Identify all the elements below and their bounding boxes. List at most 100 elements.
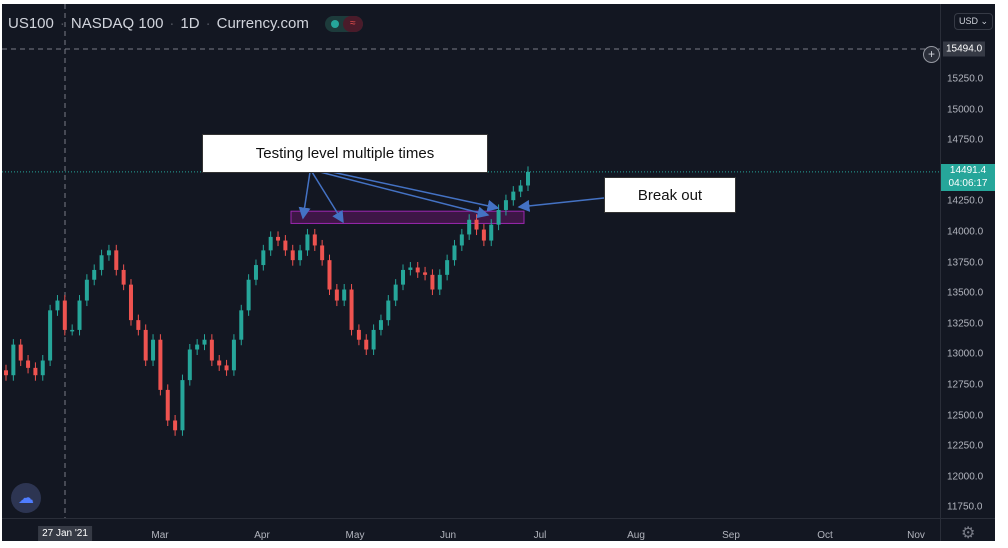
candle-body — [217, 360, 222, 366]
candle-body — [180, 380, 185, 431]
candle-body — [70, 329, 75, 332]
crosshair-date-label: 27 Jan '21 — [38, 526, 92, 541]
candle-body — [474, 219, 479, 230]
candle-body — [327, 260, 332, 290]
add-alert-plus-icon[interactable]: + — [923, 46, 940, 63]
candle-body — [106, 250, 111, 256]
candle-body — [224, 365, 229, 371]
currency-label: USD — [959, 16, 979, 26]
bar-countdown: 04:06:17 — [948, 178, 988, 189]
symbol-header: US100 · NASDAQ 100 · 1D · Currency.com ≈ — [8, 15, 363, 32]
price-chart[interactable] — [2, 4, 995, 541]
candle-body — [151, 339, 156, 361]
candle-body — [209, 339, 214, 361]
candle-body — [481, 229, 486, 241]
candle-body — [459, 234, 464, 246]
data-source: Currency.com — [216, 15, 309, 32]
candle-body — [511, 191, 516, 201]
x-tick-label: Sep — [722, 530, 740, 541]
y-tick-label: 14250.0 — [947, 195, 984, 207]
candle-body — [518, 185, 523, 192]
annotation-break-out: Break out — [604, 177, 736, 213]
candle-body — [136, 320, 141, 330]
candle-body — [290, 250, 295, 261]
candle-body — [253, 265, 258, 280]
symbol[interactable]: US100 — [8, 15, 54, 32]
cloud-logo-icon[interactable]: ☁ — [11, 483, 41, 513]
candle-body — [92, 269, 97, 280]
y-tick-label: 12500.0 — [947, 410, 984, 422]
breakout-arrow — [517, 197, 605, 212]
x-tick-label: Jul — [533, 530, 547, 541]
y-tick-label: 15000.0 — [947, 104, 984, 116]
candle-body — [239, 310, 244, 340]
x-tick-label: Apr — [254, 530, 270, 541]
candle-body — [114, 250, 119, 270]
x-tick-label: Jun — [439, 530, 457, 541]
candle-body — [496, 209, 501, 225]
candle-body — [48, 310, 53, 361]
screenshot: US100 · NASDAQ 100 · 1D · Currency.com ≈ US… — [0, 0, 1008, 548]
candle-body — [173, 420, 178, 431]
candle-body — [371, 329, 376, 350]
candle-body — [268, 236, 273, 251]
annotation-testing-level: Testing level multiple times — [202, 134, 488, 173]
last-price-label: 14491.4 04:06:17 — [941, 164, 995, 191]
candle-body — [489, 224, 494, 241]
candle-body — [312, 234, 317, 246]
settings-gear-icon[interactable]: ⚙ — [961, 523, 975, 543]
y-tick-label: 14000.0 — [947, 226, 984, 238]
candle-body — [342, 289, 347, 301]
candle-body — [40, 360, 45, 376]
candle-body — [356, 329, 361, 340]
candle-body — [55, 300, 60, 311]
candle-body — [202, 339, 207, 345]
price-axis-divider — [940, 4, 941, 541]
candle-body — [4, 370, 8, 376]
candle-body — [246, 279, 251, 311]
candle-body — [415, 267, 420, 273]
interval[interactable]: 1D — [180, 15, 199, 32]
y-tick-label: 12000.0 — [947, 471, 984, 483]
last-price-value: 14491.4 — [949, 165, 987, 176]
candle-body — [364, 339, 369, 350]
candle-body — [408, 267, 413, 270]
symbol-name: NASDAQ 100 — [70, 15, 164, 32]
y-tick-label: 13750.0 — [947, 257, 984, 269]
testing-arrow — [331, 171, 500, 212]
y-tick-label: 15250.0 — [947, 73, 984, 85]
candle-body — [298, 250, 303, 261]
resistance-zone — [290, 210, 525, 224]
candle-body — [187, 349, 192, 381]
candle-body — [261, 250, 266, 266]
candle-body — [77, 300, 82, 330]
y-tick-label: 13500.0 — [947, 287, 984, 299]
candle-body — [128, 284, 133, 321]
testing-arrow — [319, 171, 490, 219]
candle-body — [430, 274, 435, 290]
candle-body — [11, 344, 16, 376]
candle-body — [305, 234, 310, 251]
y-tick-label: 11750.0 — [947, 501, 983, 513]
candle-body — [121, 269, 126, 285]
currency-dropdown[interactable]: USD ⌄ — [954, 13, 994, 30]
x-tick-label: Oct — [817, 530, 833, 541]
candle-body — [195, 344, 200, 350]
y-tick-label: 12250.0 — [947, 440, 984, 452]
chevron-down-icon: ⌄ — [980, 16, 989, 26]
candle-body — [401, 269, 406, 285]
status-toggle-icon[interactable]: ≈ — [324, 15, 363, 32]
candle-body — [503, 200, 508, 210]
candle-body — [452, 245, 457, 261]
candle-body — [165, 389, 170, 421]
y-tick-label: 14750.0 — [947, 134, 984, 146]
candle-body — [467, 219, 472, 235]
candle-body — [393, 284, 398, 301]
crosshair-price-label: 15494.0 — [943, 41, 986, 57]
candle-body — [33, 367, 38, 376]
x-tick-label: Nov — [907, 530, 925, 541]
time-axis-divider — [2, 518, 995, 519]
candle-body — [526, 171, 530, 186]
candle-body — [84, 279, 89, 301]
candle-body — [349, 289, 354, 330]
